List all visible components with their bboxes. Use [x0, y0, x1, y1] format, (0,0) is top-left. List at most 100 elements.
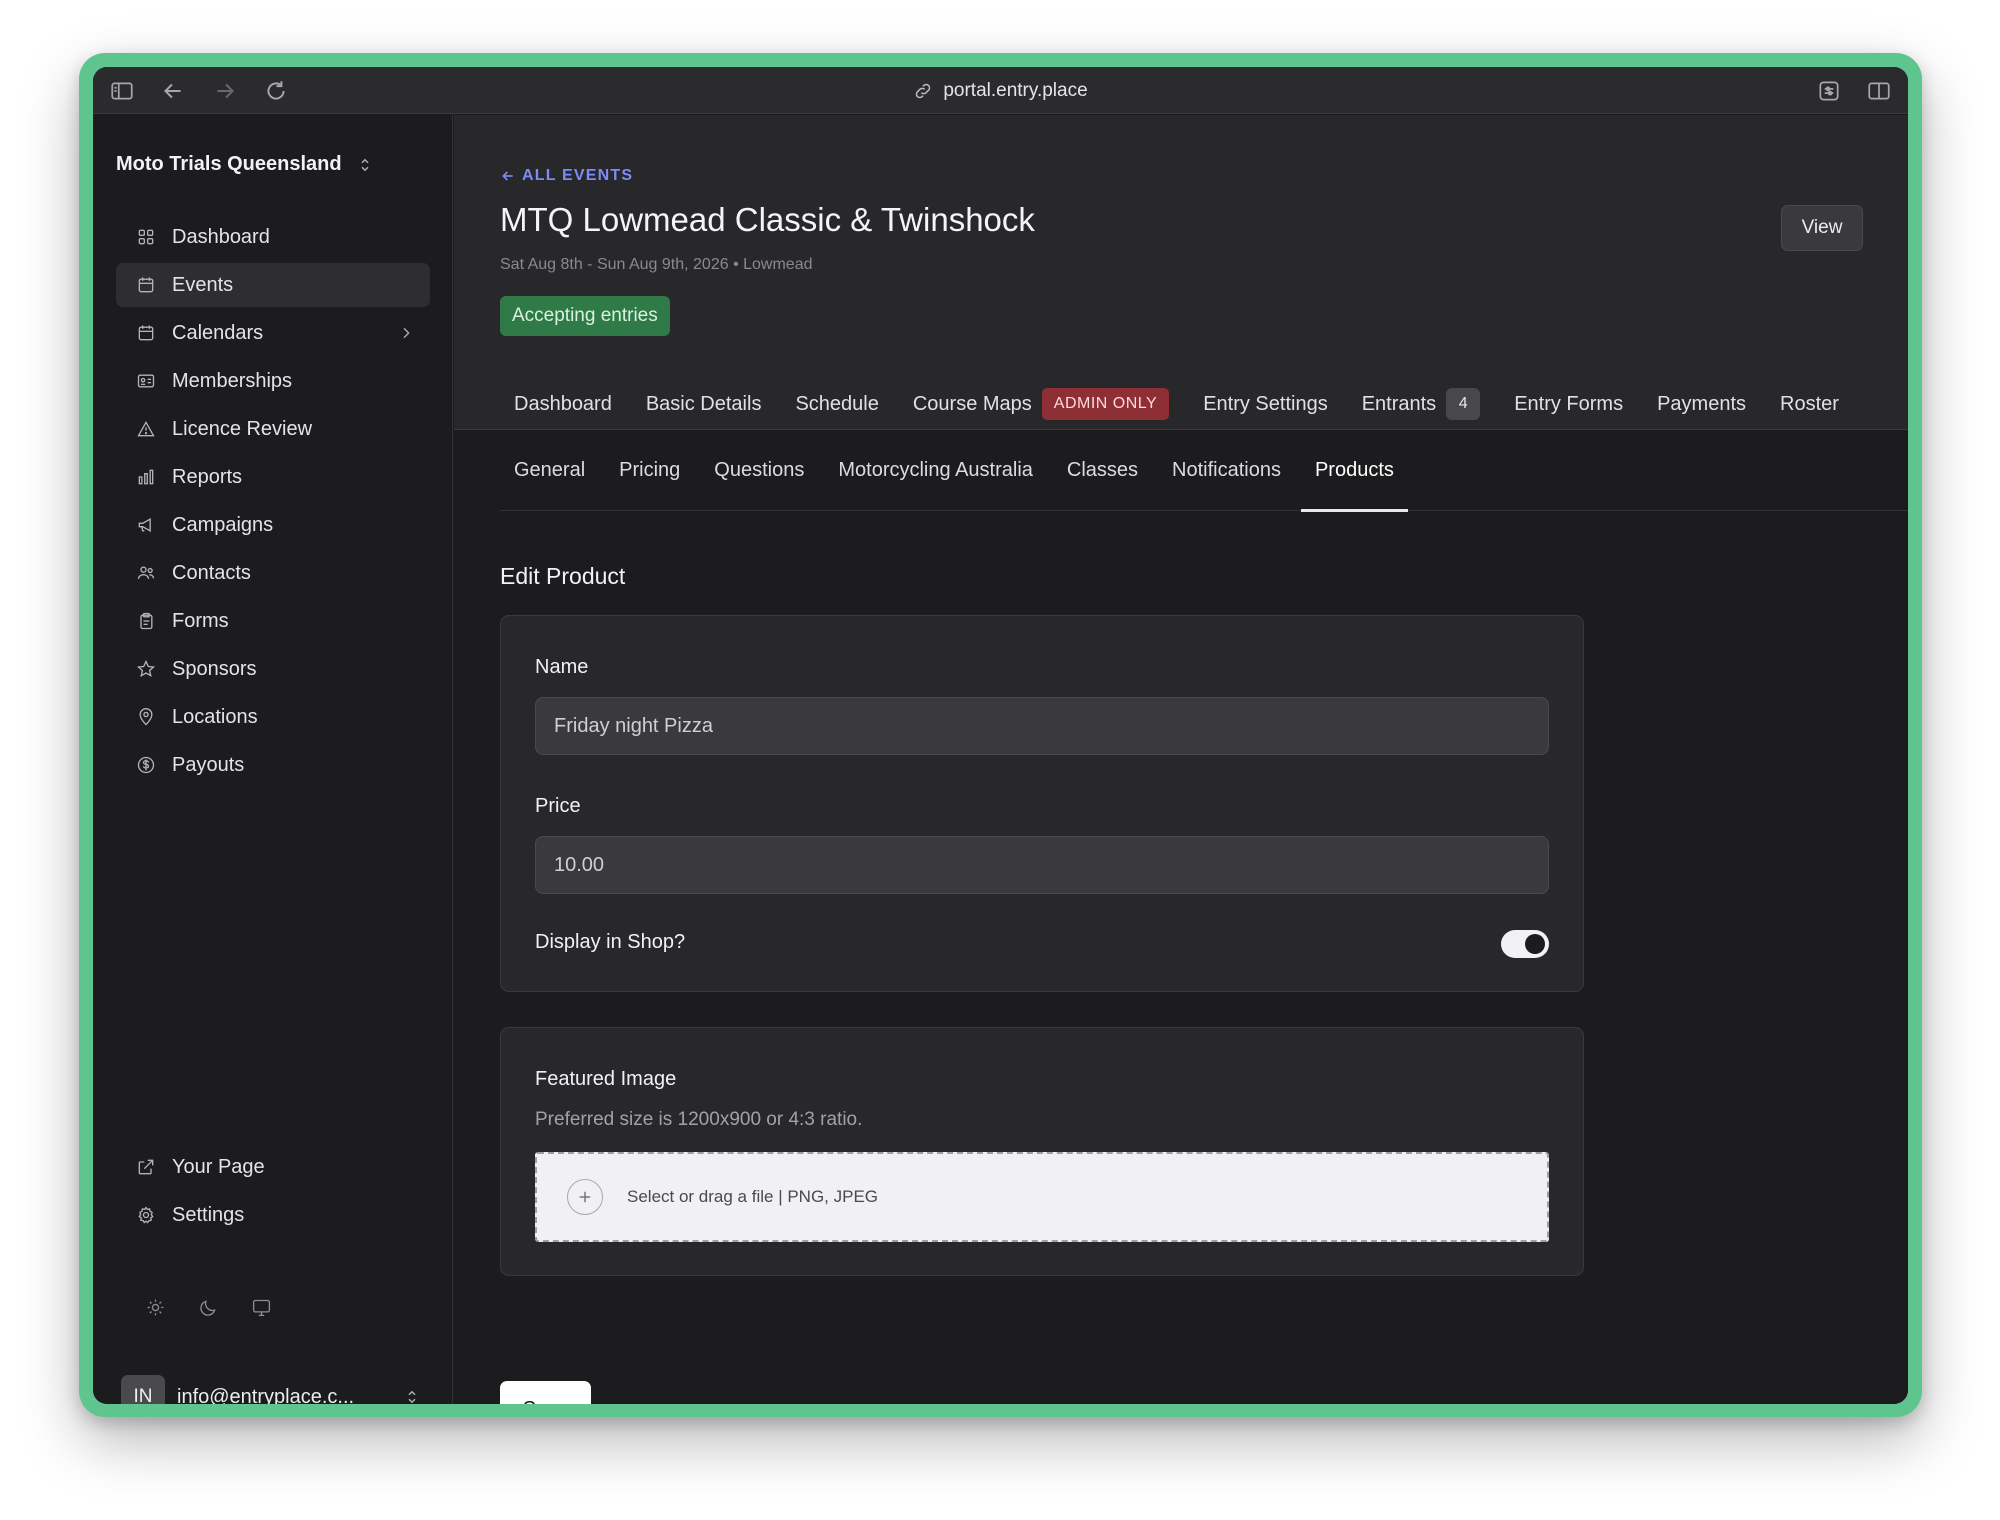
window-frame: portal.entry.place Moto Trials Queenslan…: [79, 53, 1922, 1417]
avatar: IN: [121, 1375, 165, 1404]
sidebar-item-label: Your Page: [172, 1155, 265, 1178]
entry-settings-subtabs: General Pricing Questions Motorcycling A…: [500, 431, 1908, 512]
sun-icon[interactable]: [145, 1297, 166, 1318]
user-menu[interactable]: IN info@entryplace.c...: [121, 1375, 421, 1404]
sidebar-item-campaigns[interactable]: Campaigns: [116, 503, 430, 547]
subtab-products[interactable]: Products: [1300, 431, 1408, 512]
sidebar-item-locations[interactable]: Locations: [116, 695, 430, 739]
dollar-icon: [137, 756, 155, 774]
bar-chart-icon: [138, 469, 154, 485]
org-switcher[interactable]: Moto Trials Queensland: [116, 153, 374, 176]
sidebar-item-sponsors[interactable]: Sponsors: [116, 647, 430, 691]
all-events-link[interactable]: ALL EVENTS: [500, 167, 633, 185]
theme-switcher: [145, 1297, 272, 1318]
file-dropzone[interactable]: Select or drag a file | PNG, JPEG: [535, 1152, 1549, 1242]
sidebar-item-label: Sponsors: [172, 657, 257, 680]
tab-schedule[interactable]: Schedule: [795, 393, 878, 416]
save-button[interactable]: Save: [500, 1381, 591, 1404]
subtab-classes[interactable]: Classes: [1053, 431, 1152, 511]
chevron-right-icon[interactable]: [398, 325, 414, 341]
tab-course-maps[interactable]: Course Maps ADMIN ONLY: [913, 388, 1170, 420]
split-view-icon[interactable]: [1866, 78, 1892, 104]
org-name: Moto Trials Queensland: [116, 153, 342, 175]
plus-icon: [567, 1179, 603, 1215]
sidebar-item-licence-review[interactable]: Licence Review: [116, 407, 430, 451]
tab-entry-forms[interactable]: Entry Forms: [1514, 393, 1623, 416]
tab-dashboard[interactable]: Dashboard: [500, 393, 612, 416]
clipboard-icon: [140, 612, 153, 630]
subtab-questions[interactable]: Questions: [700, 431, 818, 511]
tab-roster[interactable]: Roster: [1780, 393, 1839, 416]
sidebar-item-settings[interactable]: Settings: [116, 1193, 430, 1237]
forward-arrow-icon[interactable]: [212, 78, 238, 104]
subtab-motorcycling-australia[interactable]: Motorcycling Australia: [824, 431, 1047, 511]
moon-icon[interactable]: [198, 1297, 219, 1318]
toggle-knob: [1525, 934, 1545, 954]
display-in-shop-label: Display in Shop?: [535, 931, 686, 953]
tab-payments[interactable]: Payments: [1657, 393, 1746, 416]
users-icon: [137, 566, 155, 579]
reload-icon[interactable]: [263, 78, 289, 104]
sidebar-item-label: Calendars: [172, 321, 264, 344]
tab-label: Entrants: [1361, 392, 1437, 415]
featured-image-label: Featured Image: [535, 1068, 677, 1090]
sidebar-item-label: Dashboard: [172, 225, 270, 248]
sidebar-item-label: Reports: [172, 465, 243, 488]
tab-basic-details[interactable]: Basic Details: [646, 393, 762, 416]
subtab-notifications[interactable]: Notifications: [1158, 431, 1295, 511]
featured-image-card: Featured Image Preferred size is 1200x90…: [500, 1027, 1584, 1276]
product-details-card: Name Friday night Pizza Price 10.00 Disp…: [500, 615, 1584, 992]
sidebar-item-calendars[interactable]: Calendars: [116, 311, 430, 355]
user-email: info@entryplace.c...: [177, 1385, 355, 1405]
chevron-up-down-icon: [408, 1390, 416, 1404]
event-meta: Sat Aug 8th - Sun Aug 9th, 2026 • Lowmea…: [500, 256, 813, 273]
view-button[interactable]: View: [1781, 205, 1863, 251]
address-bar[interactable]: portal.entry.place: [93, 67, 1908, 114]
sidebar-item-your-page[interactable]: Your Page: [116, 1145, 430, 1189]
subtab-general[interactable]: General: [500, 431, 599, 511]
tab-label: Entry Forms: [1514, 392, 1624, 415]
sidebar-nav: Dashboard Events Calendars Memberships L…: [116, 215, 430, 791]
sidebar-item-label: Campaigns: [172, 513, 274, 536]
sidebar-item-memberships[interactable]: Memberships: [116, 359, 430, 403]
tab-entry-settings[interactable]: Entry Settings: [1203, 393, 1328, 416]
sidebar-bottom-nav: Your Page Settings: [116, 1145, 430, 1241]
back-arrow-icon[interactable]: [160, 78, 186, 104]
sidebar-item-forms[interactable]: Forms: [116, 599, 430, 643]
grid-icon: [138, 229, 154, 245]
tab-label: Payments: [1657, 392, 1747, 415]
sidebar-item-events[interactable]: Events: [116, 263, 430, 307]
tab-label: Entry Settings: [1203, 392, 1328, 415]
main-content: ALL EVENTS MTQ Lowmead Classic & Twinsho…: [454, 115, 1908, 1404]
sidebar-item-payouts[interactable]: Payouts: [116, 743, 430, 787]
name-label: Name: [535, 656, 589, 678]
sidebar-item-reports[interactable]: Reports: [116, 455, 430, 499]
sidebar-item-label: Events: [172, 273, 234, 296]
status-badge: Accepting entries: [500, 296, 670, 336]
tab-label: Roster: [1780, 392, 1839, 415]
sidebar-item-label: Licence Review: [172, 417, 313, 440]
arrow-left-icon: [502, 171, 513, 181]
price-input[interactable]: 10.00: [535, 836, 1549, 894]
map-pin-icon: [139, 708, 153, 726]
star-icon: [136, 659, 156, 677]
sidebar-item-label: Settings: [172, 1203, 245, 1226]
sidebar-toggle-icon[interactable]: [109, 78, 135, 104]
link-icon: [916, 83, 931, 98]
tab-entrants[interactable]: Entrants 4: [1361, 388, 1481, 420]
sidebar: Moto Trials Queensland Dashboard Events …: [93, 115, 453, 1404]
admin-only-badge: ADMIN ONLY: [1041, 388, 1170, 420]
subtab-pricing[interactable]: Pricing: [605, 431, 694, 511]
monitor-icon[interactable]: [251, 1297, 272, 1318]
browser-toolbar: portal.entry.place: [93, 67, 1908, 114]
featured-image-help: Preferred size is 1200x900 or 4:3 ratio.: [535, 1109, 863, 1130]
sidebar-item-label: Contacts: [172, 561, 251, 584]
external-link-icon: [138, 1159, 154, 1175]
sidebar-item-dashboard[interactable]: Dashboard: [116, 215, 430, 259]
sidebar-item-contacts[interactable]: Contacts: [116, 551, 430, 595]
sidebar-item-label: Forms: [172, 609, 229, 632]
tab-label: Schedule: [795, 392, 879, 415]
reader-settings-icon[interactable]: [1816, 78, 1842, 104]
display-in-shop-toggle[interactable]: [1501, 930, 1549, 958]
name-input[interactable]: Friday night Pizza: [535, 697, 1549, 755]
